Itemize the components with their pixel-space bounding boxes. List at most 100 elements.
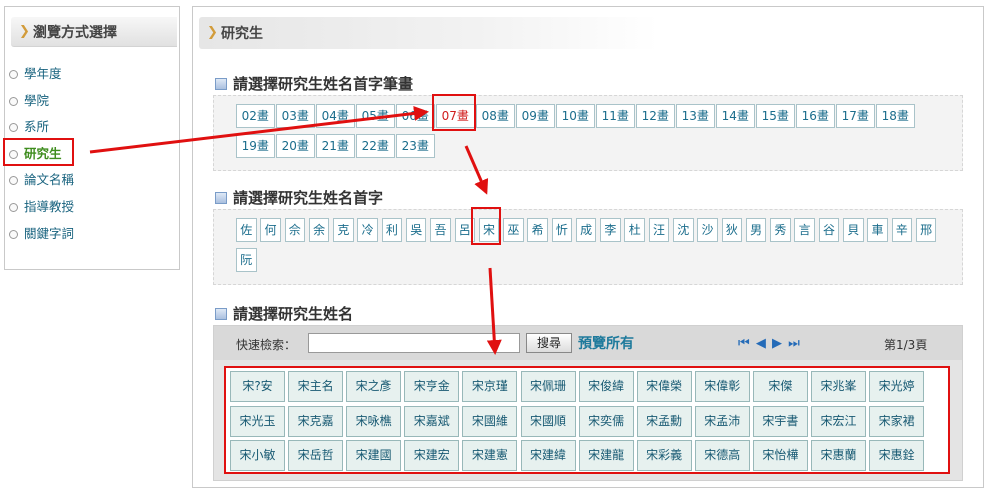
char-chip[interactable]: 希 (527, 218, 548, 242)
sidebar-item-5[interactable]: 指導教授 (9, 194, 74, 221)
stroke-chip[interactable]: 13畫 (676, 104, 715, 128)
stroke-chip[interactable]: 20畫 (276, 134, 315, 158)
stroke-chip[interactable]: 09畫 (516, 104, 555, 128)
char-chip[interactable]: 貝 (843, 218, 864, 242)
stroke-chip[interactable]: 11畫 (596, 104, 635, 128)
stroke-chip[interactable]: 16畫 (796, 104, 835, 128)
next-page-icon[interactable]: ▶ (772, 336, 783, 351)
name-cell[interactable]: 宋宇書 (752, 405, 808, 437)
name-cell[interactable]: 宋德高 (694, 440, 750, 471)
char-chip[interactable]: 汪 (648, 218, 670, 242)
char-chip[interactable]: 佘 (284, 218, 306, 242)
char-chip[interactable]: 佐 (236, 218, 257, 242)
stroke-chip[interactable]: 10畫 (556, 104, 595, 128)
char-chip[interactable]: 李 (600, 218, 621, 242)
name-cell[interactable]: 宋主名 (288, 371, 344, 402)
sidebar-item-2[interactable]: 系所 (9, 114, 74, 141)
name-cell[interactable]: 宋孟沛 (694, 405, 750, 437)
name-cell[interactable]: 宋國順 (520, 405, 576, 437)
stroke-chip[interactable]: 04畫 (316, 104, 355, 128)
last-page-icon[interactable]: ⏭ (788, 336, 801, 351)
name-cell[interactable]: 宋建宏 (404, 440, 460, 471)
char-chip[interactable]: 忻 (551, 218, 573, 242)
char-chip[interactable]: 杜 (624, 218, 645, 242)
name-cell[interactable]: 宋建憲 (462, 440, 518, 471)
name-cell[interactable]: 宋嘉斌 (404, 405, 460, 437)
char-section-title: 請選擇研究生姓名首字 (215, 187, 383, 208)
sidebar-item-0[interactable]: 學年度 (9, 61, 74, 88)
stroke-chip[interactable]: 23畫 (396, 134, 435, 158)
stroke-chip[interactable]: 02畫 (236, 104, 275, 128)
sidebar-item-4[interactable]: 論文名稱 (9, 167, 74, 194)
stroke-chip[interactable]: 15畫 (756, 104, 795, 128)
char-chip[interactable]: 沈 (673, 218, 694, 242)
char-chip[interactable]: 車 (867, 218, 888, 242)
name-cell[interactable]: 宋孟勳 (636, 405, 692, 437)
name-cell[interactable]: 宋?安 (230, 371, 285, 402)
name-cell[interactable]: 宋傑 (752, 371, 808, 402)
char-chip[interactable]: 成 (575, 218, 597, 242)
sidebar-item-1[interactable]: 學院 (9, 88, 74, 115)
stroke-chip[interactable]: 03畫 (276, 104, 315, 128)
name-cell[interactable]: 宋彩義 (636, 440, 692, 471)
name-cell[interactable]: 宋克嘉 (288, 405, 344, 437)
first-page-icon[interactable]: ⏮ (738, 336, 751, 351)
name-cell[interactable]: 宋俊緯 (578, 371, 634, 402)
name-cell[interactable]: 宋之彥 (346, 371, 402, 402)
char-chip[interactable]: 沙 (697, 218, 718, 242)
char-chip[interactable]: 利 (381, 218, 403, 242)
stroke-chip[interactable]: 18畫 (876, 104, 915, 128)
bullet-icon (9, 176, 18, 186)
name-cell[interactable]: 宋奕儒 (578, 405, 634, 437)
name-cell[interactable]: 宋建龍 (578, 440, 634, 471)
char-chip[interactable]: 克 (333, 218, 354, 242)
stroke-chip[interactable]: 17畫 (836, 104, 875, 128)
name-cell[interactable]: 宋偉彰 (694, 371, 750, 402)
char-chip[interactable]: 何 (260, 218, 281, 242)
name-cell[interactable]: 宋亨金 (404, 371, 460, 402)
name-cell[interactable]: 宋建國 (346, 440, 402, 471)
stroke-chip[interactable]: 08畫 (476, 104, 515, 128)
stroke-chip[interactable]: 05畫 (356, 104, 395, 128)
stroke-chip[interactable]: 21畫 (316, 134, 355, 158)
char-chip[interactable]: 秀 (770, 218, 791, 242)
char-chip[interactable]: 阮 (236, 248, 257, 272)
name-cell[interactable]: 宋惠銓 (869, 440, 925, 471)
char-chip[interactable]: 吾 (430, 218, 451, 242)
name-cell[interactable]: 宋建緯 (520, 440, 576, 471)
name-cell[interactable]: 宋怡樺 (752, 440, 808, 471)
char-chip[interactable]: 狄 (721, 218, 743, 242)
name-cell[interactable]: 宋宏江 (811, 405, 866, 437)
char-chip[interactable]: 余 (308, 218, 330, 242)
stroke-chip[interactable]: 22畫 (356, 134, 395, 158)
stroke-chip[interactable]: 19畫 (236, 134, 275, 158)
char-chip[interactable]: 言 (794, 218, 815, 242)
char-chip[interactable]: 男 (745, 218, 767, 242)
search-button[interactable]: 搜尋 (526, 333, 572, 353)
name-cell[interactable]: 宋家裙 (869, 405, 925, 437)
name-cell[interactable]: 宋惠蘭 (811, 440, 866, 471)
char-chip[interactable]: 巫 (503, 218, 524, 242)
char-chip[interactable]: 谷 (818, 218, 840, 242)
stroke-chip[interactable]: 06畫 (396, 104, 435, 128)
name-cell[interactable]: 宋偉榮 (636, 371, 692, 402)
char-chip[interactable]: 冷 (357, 218, 378, 242)
stroke-chip[interactable]: 14畫 (716, 104, 755, 128)
char-chip[interactable]: 辛 (891, 218, 913, 242)
prev-page-icon[interactable]: ◀ (756, 336, 767, 351)
char-chip[interactable]: 邢 (915, 218, 937, 242)
name-cell[interactable]: 宋光玉 (230, 405, 285, 437)
name-cell[interactable]: 宋咏樵 (346, 405, 402, 437)
name-cell[interactable]: 宋國維 (462, 405, 518, 437)
name-cell[interactable]: 宋佩珊 (520, 371, 576, 402)
preview-all-link[interactable]: 預覽所有 (578, 333, 634, 353)
stroke-chip[interactable]: 12畫 (636, 104, 675, 128)
char-chip[interactable]: 吳 (405, 218, 427, 242)
name-cell[interactable]: 宋小敏 (230, 440, 285, 471)
name-cell[interactable]: 宋岳哲 (288, 440, 344, 471)
sidebar-item-6[interactable]: 關鍵字詞 (9, 221, 74, 248)
name-cell[interactable]: 宋光婷 (869, 371, 925, 402)
name-cell[interactable]: 宋兆峯 (811, 371, 866, 402)
quick-search-input[interactable] (308, 333, 520, 353)
name-cell[interactable]: 宋京瑾 (462, 371, 518, 402)
